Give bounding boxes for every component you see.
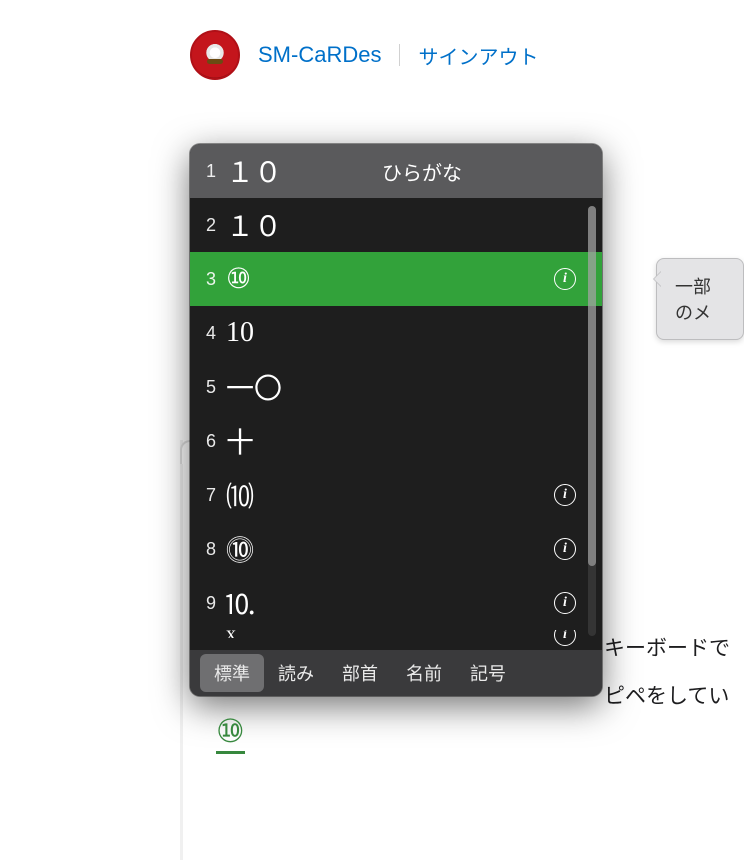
candidate-index: 5 <box>200 377 216 398</box>
ime-candidate-row[interactable]: 7⑽i <box>190 468 602 522</box>
ime-tab[interactable]: 記号 <box>456 654 520 692</box>
info-icon[interactable]: i <box>554 484 576 506</box>
candidate-text: １０ <box>226 151 282 191</box>
ime-candidate-row[interactable]: 4 10 <box>190 306 602 360</box>
candidate-index: 1 <box>200 161 216 182</box>
user-avatar-icon[interactable] <box>190 30 240 80</box>
ime-candidate-row[interactable]: 2 １０ <box>190 198 602 252</box>
info-icon[interactable]: i <box>554 538 576 560</box>
ime-candidate-window: 1１０ひらがな2１０3⑩i4105一〇6十7⑽i8⓾i9⒑i x x i 標準読… <box>190 144 602 696</box>
content-left-border <box>180 440 183 860</box>
candidate-index: 4 <box>200 323 216 344</box>
ime-tab-bar: 標準読み部首名前記号 <box>190 650 602 696</box>
candidate-text: ⒑ <box>226 583 544 623</box>
ime-scrollbar-thumb[interactable] <box>588 206 596 566</box>
candidate-index: 2 <box>200 215 216 236</box>
candidate-index: 3 <box>200 269 216 290</box>
ime-candidate-row[interactable]: 3⑩i <box>190 252 602 306</box>
ime-tab[interactable]: 標準 <box>200 654 264 692</box>
candidate-text: ⑽ <box>226 475 544 515</box>
candidate-text: １０ <box>226 205 584 245</box>
ime-mode-label: ひらがな <box>382 157 462 186</box>
candidate-text: 十 <box>226 421 584 461</box>
header-divider <box>399 44 400 66</box>
username-link[interactable]: SM-CaRDes <box>258 42 381 68</box>
ime-tab[interactable]: 名前 <box>392 654 456 692</box>
tooltip-text: 一部のメ <box>675 277 711 323</box>
candidate-index: 8 <box>200 539 216 560</box>
info-icon[interactable]: i <box>554 592 576 614</box>
candidate-index: 9 <box>200 593 216 614</box>
candidate-text: ⑩ <box>226 262 544 296</box>
info-icon[interactable]: i <box>554 268 576 290</box>
info-tooltip: 一部のメ <box>656 258 744 340</box>
ime-candidate-row[interactable]: 9⒑i <box>190 576 602 630</box>
converted-output[interactable]: ⑩ <box>216 712 245 754</box>
candidate-index: 6 <box>200 431 216 452</box>
bg-text-line-1: キーボードで <box>604 632 730 662</box>
ime-candidate-row[interactable]: 8⓾i <box>190 522 602 576</box>
candidate-text: 10 <box>226 317 584 349</box>
ime-candidate-partial: x x i <box>190 630 602 650</box>
ime-tab[interactable]: 部首 <box>328 654 392 692</box>
signout-link[interactable]: サインアウト <box>418 41 538 70</box>
user-header: SM-CaRDes サインアウト <box>190 30 538 80</box>
ime-candidate-row[interactable]: 6十 <box>190 414 602 468</box>
ime-candidate-list: 1１０ひらがな2１０3⑩i4105一〇6十7⑽i8⓾i9⒑i x x i <box>190 144 602 650</box>
ime-header-row[interactable]: 1 １０ ひらがな <box>190 144 602 198</box>
info-icon[interactable]: i <box>554 630 576 646</box>
candidate-text: ⓾ <box>226 529 544 569</box>
bg-text-line-2: ピペをしてい <box>604 680 729 710</box>
ime-scrollbar[interactable] <box>588 206 596 636</box>
ime-tab[interactable]: 読み <box>264 654 328 692</box>
candidate-index: 7 <box>200 485 216 506</box>
ime-candidate-row[interactable]: 5 一〇 <box>190 360 602 414</box>
candidate-text: 一〇 <box>226 367 584 407</box>
